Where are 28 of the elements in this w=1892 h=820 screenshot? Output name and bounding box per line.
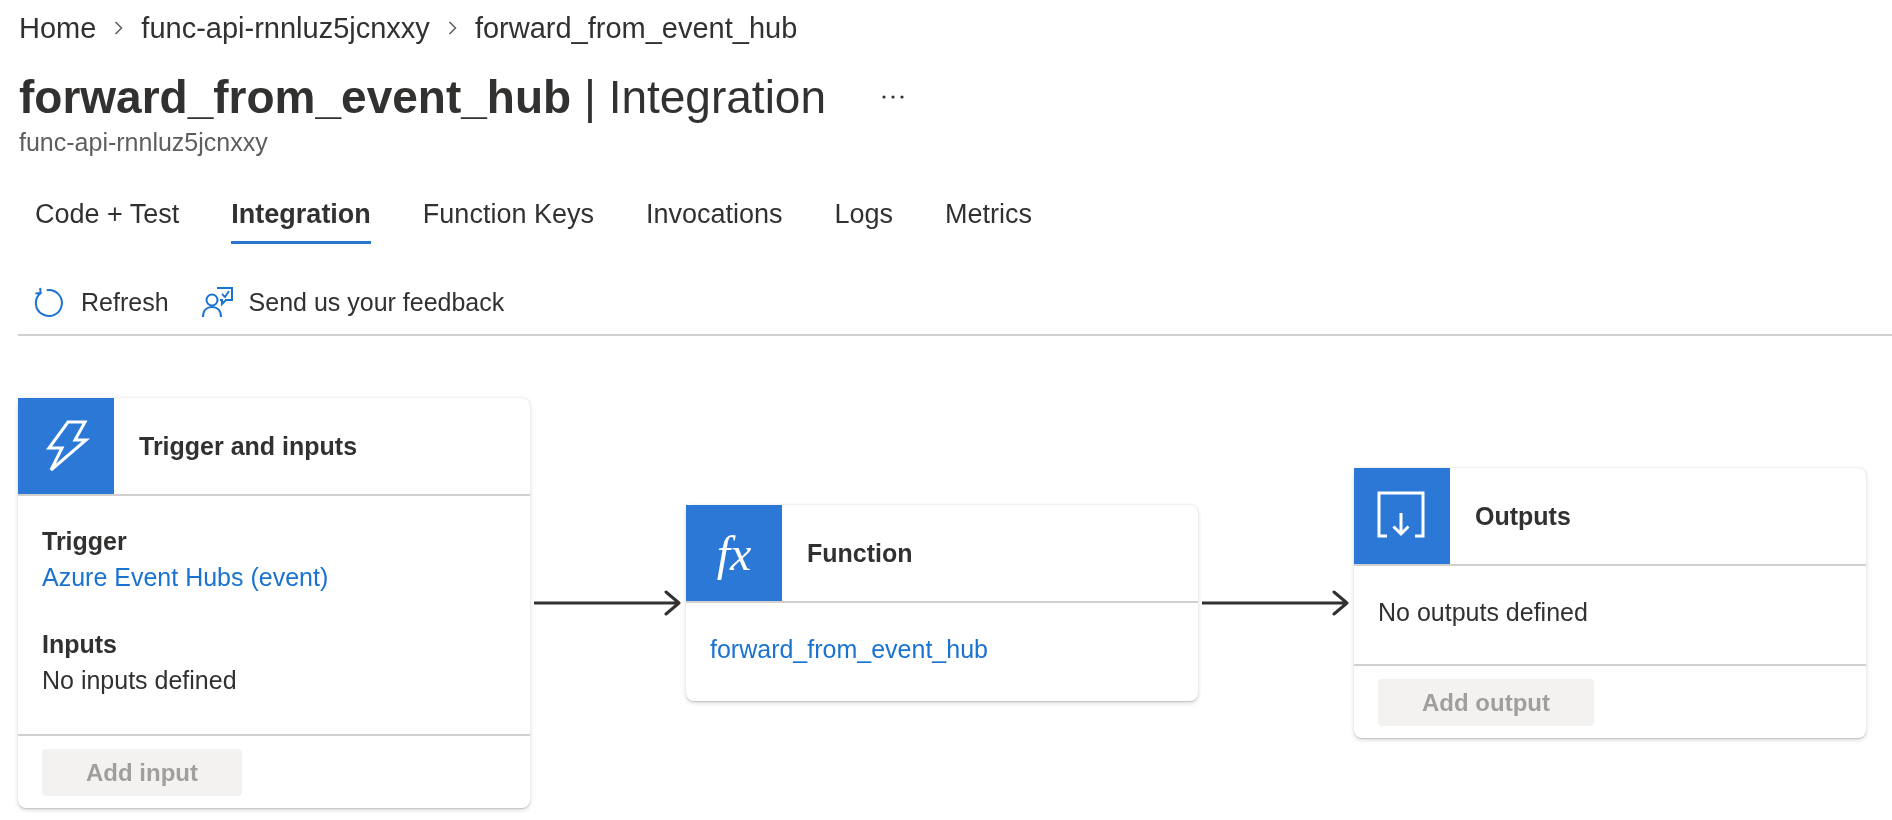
chevron-right-icon [447, 21, 457, 35]
tab[interactable]: Function Keys [422, 188, 594, 244]
tab[interactable]: Invocations [645, 188, 783, 244]
breadcrumb-link[interactable]: Home [19, 10, 97, 46]
page-title: forward_from_event_hub | Integration [19, 70, 826, 125]
chevron-right-icon [114, 21, 124, 35]
section-heading: Trigger [42, 526, 127, 557]
breadcrumb-link[interactable]: forward_from_event_hub [474, 10, 798, 46]
card-title: Outputs [1474, 501, 1571, 532]
section-heading: Inputs [42, 629, 117, 660]
refresh-button[interactable]: Refresh [33, 282, 169, 322]
empty-message: No outputs defined [1378, 598, 1588, 626]
trigger-link[interactable]: Azure Event Hubs (event) [42, 559, 329, 595]
feedback-icon [200, 286, 233, 318]
fx-icon: fx [686, 505, 782, 601]
refresh-icon [33, 286, 65, 318]
breadcrumb-link[interactable]: func-api-rnnluz5jcnxxy [141, 10, 430, 46]
tab[interactable]: Metrics [945, 188, 1033, 244]
page-subtitle: func-api-rnnluz5jcnxxy [19, 127, 268, 157]
empty-message: No inputs defined [42, 665, 237, 696]
more-icon[interactable] [882, 95, 904, 99]
card-title: Function [806, 538, 913, 569]
tab[interactable]: Code + Test [35, 188, 180, 244]
card-title: Trigger and inputs [138, 431, 358, 462]
tab[interactable]: Integration [231, 188, 371, 244]
tab[interactable]: Logs [834, 188, 894, 244]
function-link[interactable]: forward_from_event_hub [710, 635, 988, 663]
feedback-button[interactable]: Send us your feedback [200, 282, 505, 322]
